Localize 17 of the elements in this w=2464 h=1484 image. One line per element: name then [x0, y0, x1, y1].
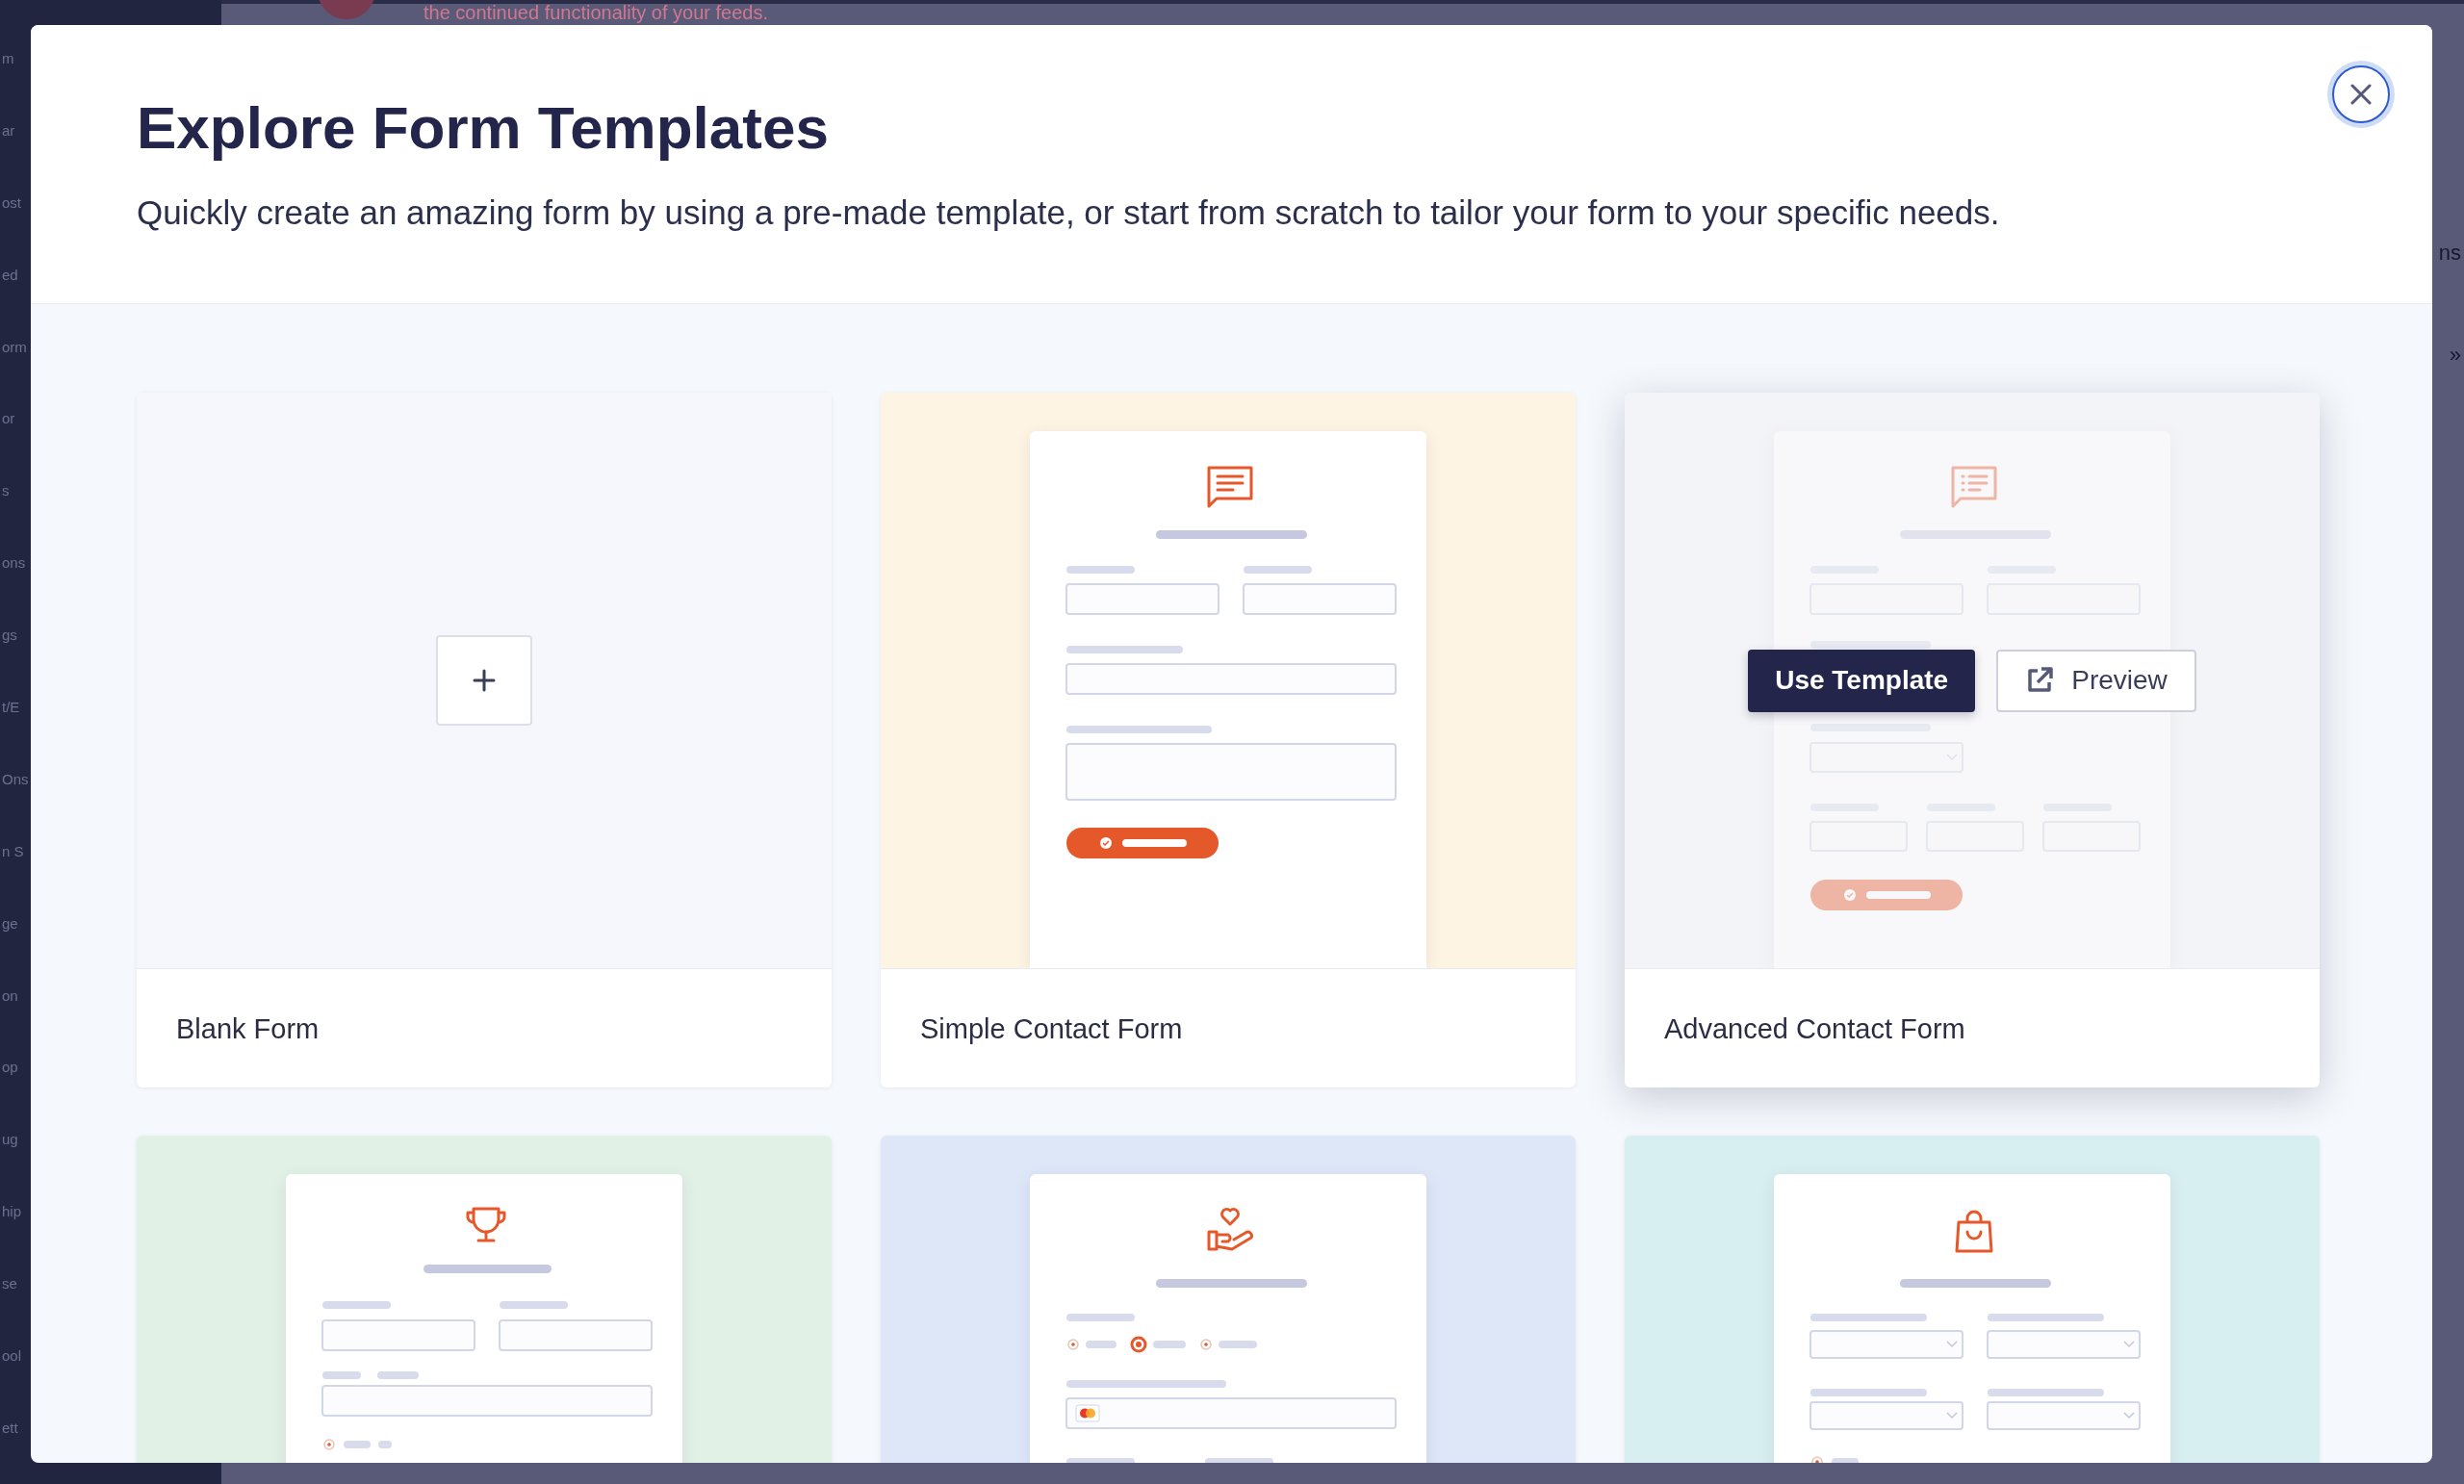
external-link-icon: [2025, 666, 2055, 695]
template-card[interactable]: Blank Form: [137, 393, 832, 1087]
panel-text: ns: [2438, 241, 2462, 266]
panel-text: »: [2449, 343, 2462, 368]
template-name: Blank Form: [137, 968, 832, 1087]
template-card[interactable]: Use Template Preview Advanced Contact Form: [1625, 393, 2320, 1087]
close-icon: [2350, 84, 2372, 105]
dialog-title: Explore Form Templates: [137, 93, 830, 163]
preview-button[interactable]: Preview: [1996, 649, 2196, 712]
plus-icon: [472, 668, 497, 693]
template-name: Simple Contact Form: [881, 968, 1576, 1087]
add-button[interactable]: [436, 635, 532, 726]
template-name: Advanced Contact Form: [1625, 968, 2320, 1087]
notice-text: the continued functionality of your feeds.: [424, 2, 768, 24]
use-template-button[interactable]: Use Template: [1748, 649, 1976, 712]
template-card[interactable]: Simple Contact Form: [881, 393, 1576, 1087]
dialog-subtitle: Quickly create an amazing form by using a pre-made template, or start from scratch to tailor your form to your specific needs.: [137, 192, 2001, 233]
